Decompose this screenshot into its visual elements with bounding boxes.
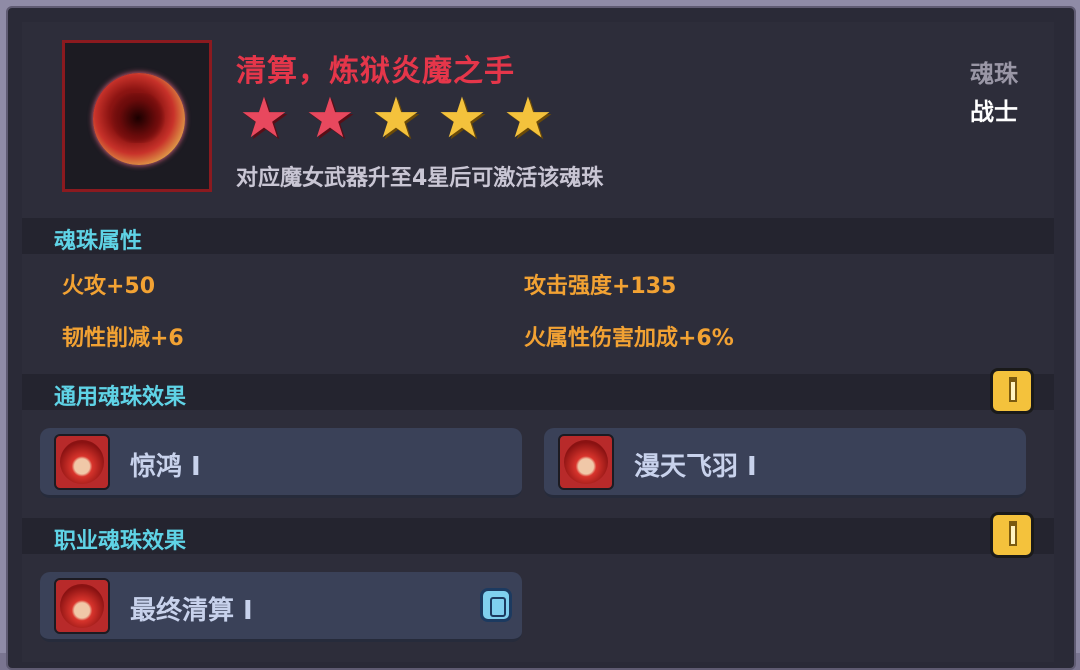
effect-name: 漫天飞羽 Ⅰ — [634, 452, 757, 482]
effect-card-jinghong[interactable]: 惊鸿 Ⅰ — [40, 428, 522, 498]
star-rating: ★ ★ ★ ★ ★ — [236, 86, 556, 151]
class-effects-section-title: 职业魂珠效果 — [54, 529, 187, 554]
item-title: 清算，炼狱炎魔之手 — [236, 54, 515, 89]
red-hair-portrait-icon — [54, 434, 110, 490]
attributes-section-header: 魂珠属性 — [22, 218, 1054, 254]
red-hair-portrait-icon — [54, 578, 110, 634]
class-effects-section-header: 职业魂珠效果 — [22, 518, 1054, 554]
item-class-label: 战士 — [970, 98, 1018, 126]
item-icon-frame — [62, 40, 212, 192]
attr-fire-attack: 火攻+50 — [62, 274, 156, 299]
general-effects-info-button[interactable] — [990, 368, 1034, 414]
effect-name: 最终清算 Ⅰ — [130, 596, 253, 626]
attr-fire-damage-bonus: 火属性伤害加成+6% — [524, 326, 734, 351]
star-icon-gold-2: ★ — [436, 86, 488, 151]
general-effects-section-title: 通用魂珠效果 — [54, 385, 187, 410]
blue-gem-icon[interactable] — [480, 588, 512, 622]
attr-toughness-reduction: 韧性削减+6 — [62, 326, 184, 351]
item-type-label: 魂珠 — [970, 60, 1018, 88]
star-icon-gold-1: ★ — [370, 86, 422, 151]
info-icon — [1009, 524, 1017, 546]
fire-soul-orb-icon — [93, 73, 185, 165]
attr-attack-power: 攻击强度+135 — [524, 274, 677, 299]
general-effects-section-header: 通用魂珠效果 — [22, 374, 1054, 410]
effect-card-mantianfeiyu[interactable]: 漫天飞羽 Ⅰ — [544, 428, 1026, 498]
activation-hint: 对应魔女武器升至4星后可激活该魂珠 — [236, 166, 604, 191]
class-effects-info-button[interactable] — [990, 512, 1034, 558]
info-icon — [1009, 380, 1017, 402]
effect-card-zuizhongqingsuan[interactable]: 最终清算 Ⅰ — [40, 572, 522, 642]
effect-name: 惊鸿 Ⅰ — [130, 452, 201, 482]
attributes-section-title: 魂珠属性 — [54, 229, 143, 254]
star-icon-red-1: ★ — [238, 86, 290, 151]
red-hair-portrait-icon — [558, 434, 614, 490]
star-icon-gold-3: ★ — [502, 86, 554, 151]
star-icon-red-2: ★ — [304, 86, 356, 151]
